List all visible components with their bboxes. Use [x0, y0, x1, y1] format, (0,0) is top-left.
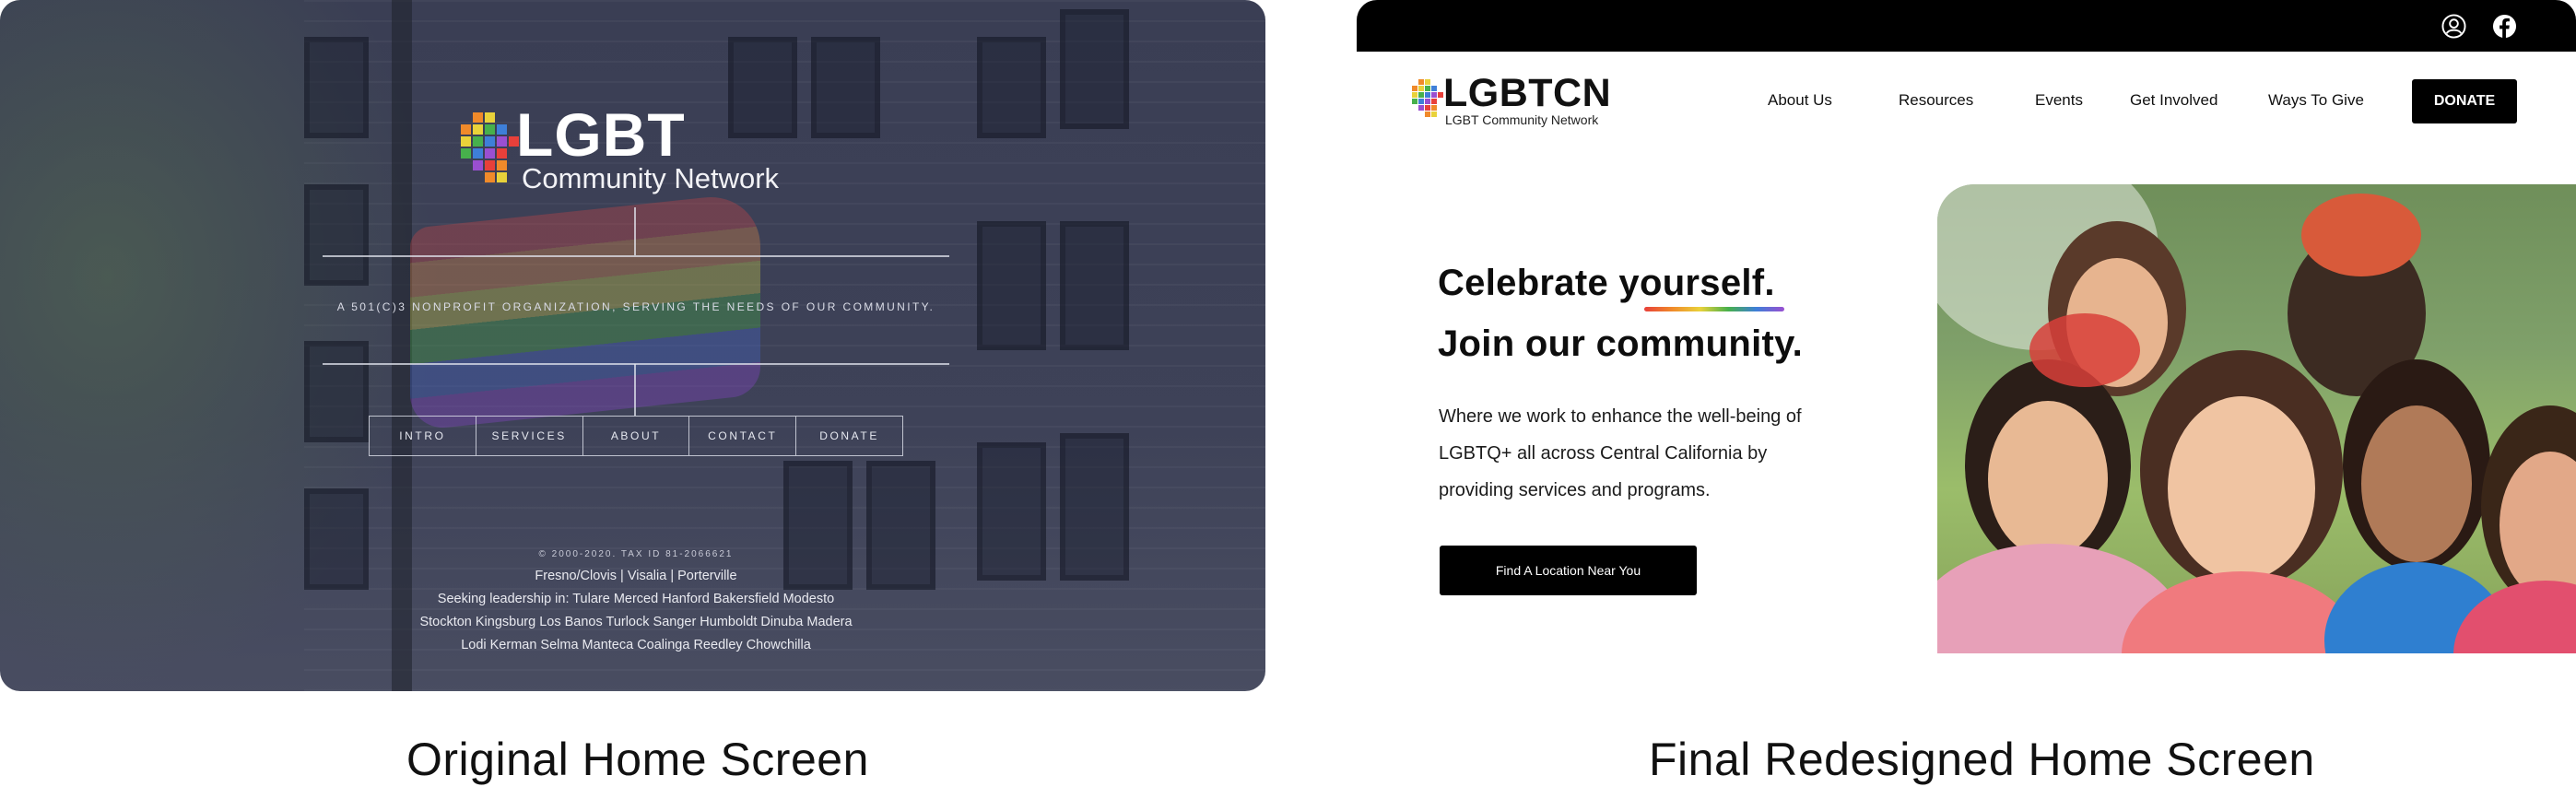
nav-about[interactable]: ABOUT: [583, 417, 690, 455]
rainbow-underline: [1644, 307, 1784, 311]
mosaic-cell: [1425, 112, 1430, 117]
nav-resources[interactable]: Resources: [1899, 91, 1973, 110]
donate-button[interactable]: DONATE: [2412, 79, 2517, 123]
tagline: A 501(C)3 NONPROFIT ORGANIZATION, SERVIN…: [336, 300, 935, 313]
nav-contact[interactable]: CONTACT: [689, 417, 797, 455]
hero-photo: [1937, 184, 2576, 653]
mosaic-cell: [1418, 105, 1424, 111]
mosaic-cell: [473, 124, 483, 135]
mosaic-cell: [485, 172, 495, 182]
mosaic-cell: [497, 172, 507, 182]
mosaic-cell: [1418, 79, 1424, 85]
mosaic-cell: [1431, 105, 1437, 111]
mosaic-cell: [1431, 86, 1437, 91]
mosaic-cell: [497, 160, 507, 170]
nav-services[interactable]: SERVICES: [476, 417, 583, 455]
mosaic-cell: [461, 124, 471, 135]
mosaic-cell: [1431, 99, 1437, 104]
divider-vertical-bottom: [634, 364, 636, 416]
mosaic-cell: [1412, 99, 1417, 104]
nav-intro[interactable]: INTRO: [370, 417, 476, 455]
nav-about-us[interactable]: About Us: [1768, 91, 1832, 110]
divider-horizontal-top: [323, 255, 949, 257]
comparison-canvas: LGBT Community Network A 501(C)3 NONPROF…: [0, 0, 2576, 787]
hero-heading-line2: Join our community.: [1438, 323, 1804, 364]
nav-events[interactable]: Events: [2035, 91, 2083, 110]
redesign-logo[interactable]: LGBTCN LGBT Community Network: [1412, 71, 1615, 131]
logo-mosaic-icon: [461, 112, 522, 194]
mosaic-cell: [485, 124, 495, 135]
footer-leadership-1: Seeking leadership in: Tulare Merced Han…: [437, 592, 835, 606]
mosaic-cell: [1425, 92, 1430, 98]
original-home-screen: LGBT Community Network A 501(C)3 NONPROF…: [0, 0, 1265, 691]
mosaic-cell: [1418, 99, 1424, 104]
mosaic-cell: [1431, 92, 1437, 98]
logo-subtitle: Community Network: [522, 162, 780, 194]
copyright: © 2000-2020. TAX ID 81-2066621: [538, 549, 734, 559]
redesigned-home-screen: LGBTCN LGBT Community Network About Us R…: [1357, 0, 2576, 656]
logo-wordmark: LGBTCN: [1443, 71, 1612, 115]
nav-ways-to-give[interactable]: Ways To Give: [2268, 91, 2364, 110]
mosaic-cell: [1425, 99, 1430, 104]
mosaic-cell: [485, 112, 495, 123]
footer-cities: Fresno/Clovis | Visalia | Porterville: [535, 569, 737, 583]
mosaic-cell: [1418, 86, 1424, 91]
mosaic-cell: [1412, 86, 1417, 91]
mosaic-cell: [1425, 105, 1430, 111]
mosaic-cell: [1425, 86, 1430, 91]
nav-donate[interactable]: DONATE: [796, 417, 902, 455]
mosaic-cell: [1418, 92, 1424, 98]
hero-body: Where we work to enhance the well-being …: [1439, 406, 1802, 500]
divider-horizontal-bottom: [323, 363, 949, 365]
mosaic-cell: [485, 148, 495, 159]
nav-get-involved[interactable]: Get Involved: [2130, 91, 2217, 110]
mosaic-cell: [485, 160, 495, 170]
top-utility-bar: [1357, 0, 2576, 52]
hero-heading-emphasis: yourself.: [1618, 263, 1775, 303]
facebook-icon[interactable]: [2492, 14, 2517, 39]
divider-vertical-top: [634, 207, 636, 255]
hero-heading-line1: Celebrate yourself.: [1438, 263, 1775, 304]
mosaic-cell: [1431, 112, 1437, 117]
find-location-button[interactable]: Find A Location Near You: [1440, 546, 1697, 595]
mosaic-cell: [473, 148, 483, 159]
user-icon[interactable]: [2441, 14, 2466, 39]
footer-leadership-3: Lodi Kerman Selma Manteca Coalinga Reedl…: [461, 638, 811, 652]
mosaic-cell: [497, 136, 507, 147]
original-logo: LGBT Community Network: [461, 100, 820, 206]
mosaic-cell: [473, 160, 483, 170]
mosaic-cell: [461, 136, 471, 147]
mosaic-cell: [1425, 79, 1430, 85]
caption-redesign: Final Redesigned Home Screen: [1649, 734, 2315, 785]
logo-wordmark: LGBT: [516, 100, 686, 169]
footer-leadership-2: Stockton Kingsburg Los Banos Turlock San…: [419, 615, 853, 629]
mosaic-cell: [473, 112, 483, 123]
mosaic-cell: [497, 148, 507, 159]
original-footer: © 2000-2020. TAX ID 81-2066621 Fresno/Cl…: [323, 549, 949, 657]
original-nav: INTRO SERVICES ABOUT CONTACT DONATE: [369, 416, 903, 456]
mosaic-cell: [473, 136, 483, 147]
logo-subtitle: LGBT Community Network: [1445, 112, 1599, 127]
hero-heading-prefix: Celebrate: [1438, 263, 1619, 303]
mosaic-cell: [485, 136, 495, 147]
mosaic-cell: [1412, 92, 1417, 98]
logo-mosaic-icon: [1412, 79, 1443, 123]
caption-original: Original Home Screen: [406, 734, 869, 785]
mosaic-cell: [497, 124, 507, 135]
mosaic-cell: [461, 148, 471, 159]
